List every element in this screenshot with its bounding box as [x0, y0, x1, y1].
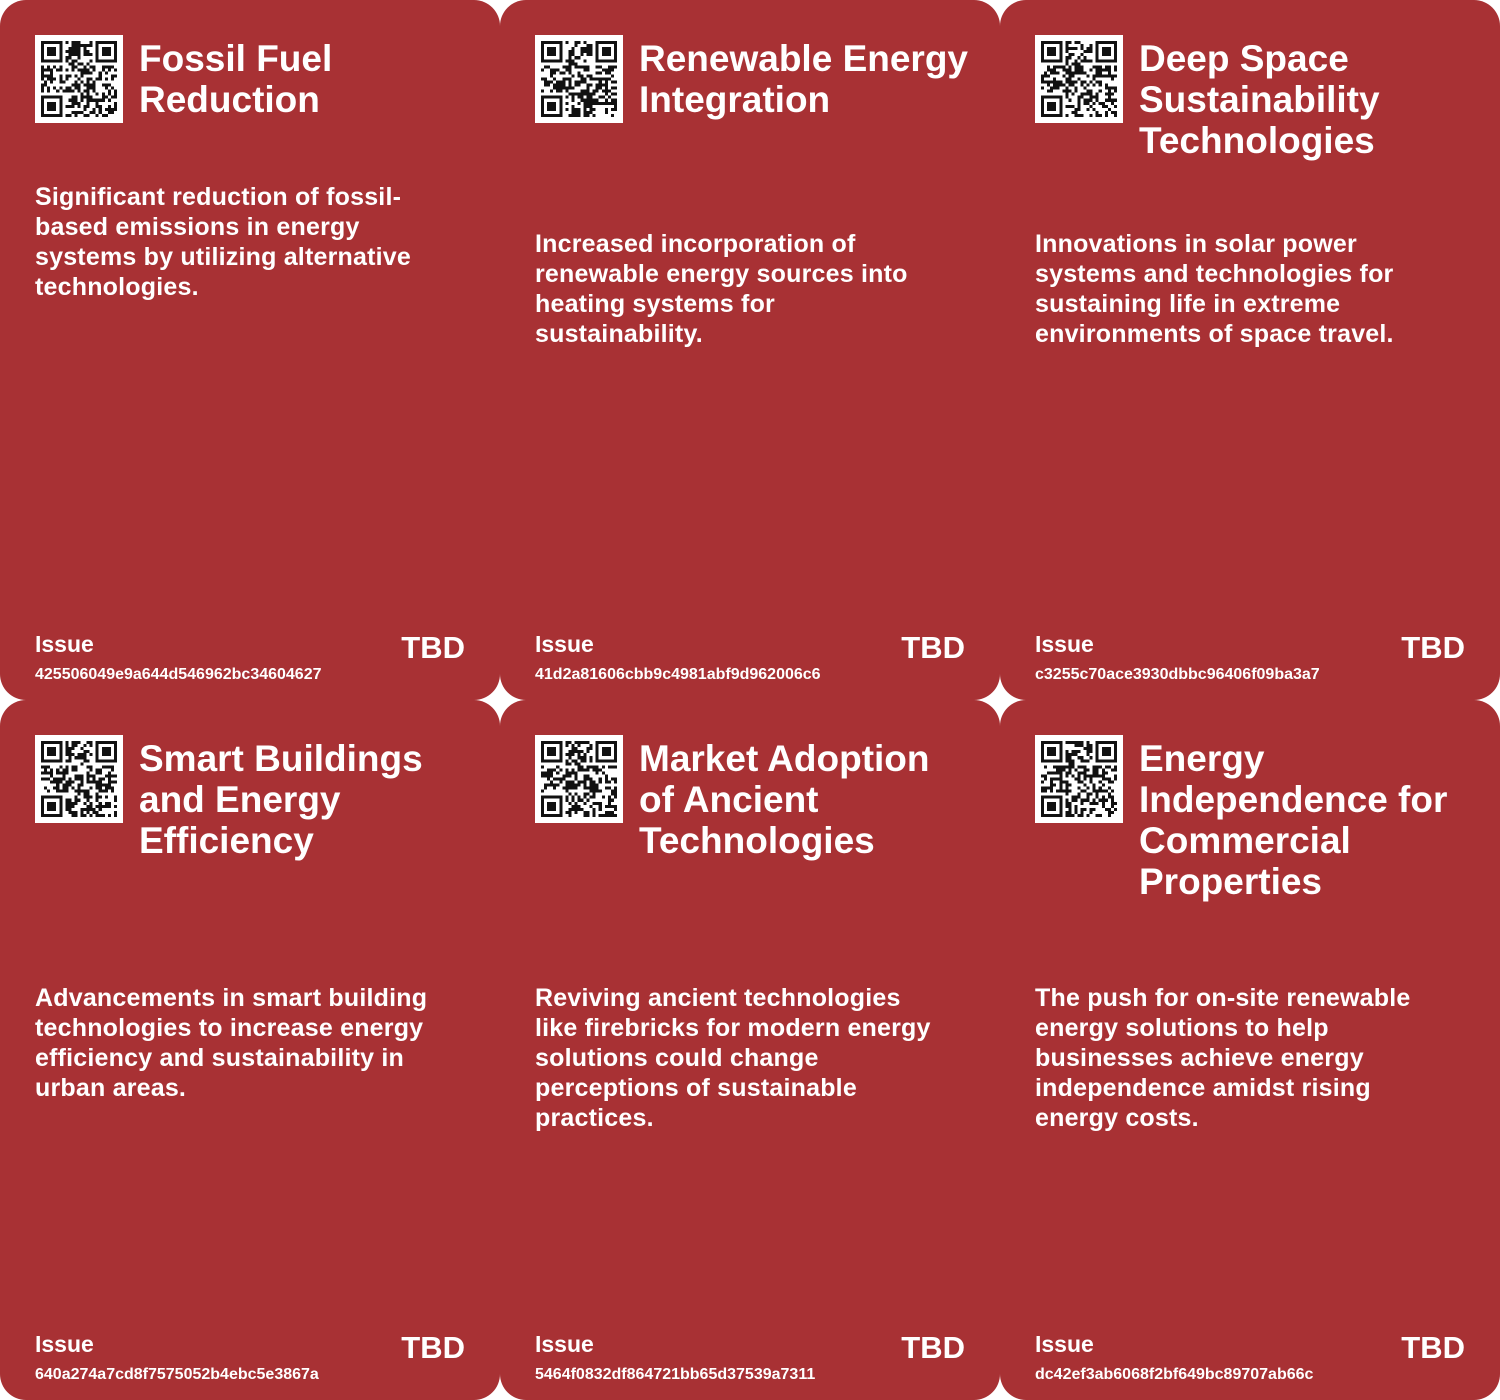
card-title: Smart Buildings and Energy Efficiency	[139, 738, 423, 861]
card-description: Innovations in solar power systems and t…	[1035, 230, 1394, 348]
issue-label: Issue	[535, 631, 594, 657]
issue-id: 425506049e9a644d546962bc34604627	[35, 666, 322, 683]
issue-id: c3255c70ace3930dbbc96406f09ba3a7	[1035, 666, 1320, 683]
card-description: Increased incorporation of renewable ene…	[535, 230, 908, 348]
issue-id: 41d2a81606cbb9c4981abf9d962006c6	[535, 666, 821, 683]
card-description: Reviving ancient technologies like fireb…	[535, 984, 931, 1132]
status-badge: TBD	[901, 1330, 965, 1365]
card-title: Fossil Fuel Reduction	[139, 38, 333, 120]
status-badge: TBD	[401, 1330, 465, 1365]
issue-label: Issue	[35, 631, 94, 657]
issue-id: dc42ef3ab6068f2bf649bc89707ab66c	[1035, 1366, 1314, 1383]
card-description: Significant reduction of fossil-based em…	[35, 183, 411, 301]
card-description: The push for on-site renewable energy so…	[1035, 984, 1411, 1132]
status-badge: TBD	[1401, 630, 1465, 665]
issue-id: 5464f0832df864721bb65d37539a7311	[535, 1366, 816, 1383]
status-badge: TBD	[1401, 1330, 1465, 1365]
card-title: Market Adoption of Ancient Technologies	[639, 738, 930, 861]
qr-code-icon	[35, 35, 123, 123]
issue-card[interactable]: Deep Space Sustainability Technologies I…	[1000, 0, 1500, 700]
qr-code-icon	[535, 735, 623, 823]
qr-code-icon	[1035, 35, 1123, 123]
issue-label: Issue	[1035, 1331, 1094, 1357]
issue-label: Issue	[1035, 631, 1094, 657]
card-title: Deep Space Sustainability Technologies	[1139, 38, 1380, 161]
status-badge: TBD	[901, 630, 965, 665]
issue-card[interactable]: Energy Independence for Commercial Prope…	[1000, 700, 1500, 1400]
card-title: Energy Independence for Commercial Prope…	[1139, 738, 1448, 902]
issue-card[interactable]: Renewable Energy Integration Increased i…	[500, 0, 1000, 700]
issue-card[interactable]: Fossil Fuel Reduction Significant reduct…	[0, 0, 500, 700]
qr-code-icon	[35, 735, 123, 823]
status-badge: TBD	[401, 630, 465, 665]
issue-label: Issue	[535, 1331, 594, 1357]
qr-code-icon	[1035, 735, 1123, 823]
card-title: Renewable Energy Integration	[639, 38, 969, 120]
issue-card[interactable]: Market Adoption of Ancient Technologies …	[500, 700, 1000, 1400]
qr-code-icon	[535, 35, 623, 123]
card-description: Advancements in smart building technolog…	[35, 984, 428, 1102]
issue-label: Issue	[35, 1331, 94, 1357]
card-grid: Fossil Fuel Reduction Significant reduct…	[0, 0, 1500, 1400]
issue-card[interactable]: Smart Buildings and Energy Efficiency Ad…	[0, 700, 500, 1400]
issue-id: 640a274a7cd8f7575052b4ebc5e3867a	[35, 1366, 319, 1383]
